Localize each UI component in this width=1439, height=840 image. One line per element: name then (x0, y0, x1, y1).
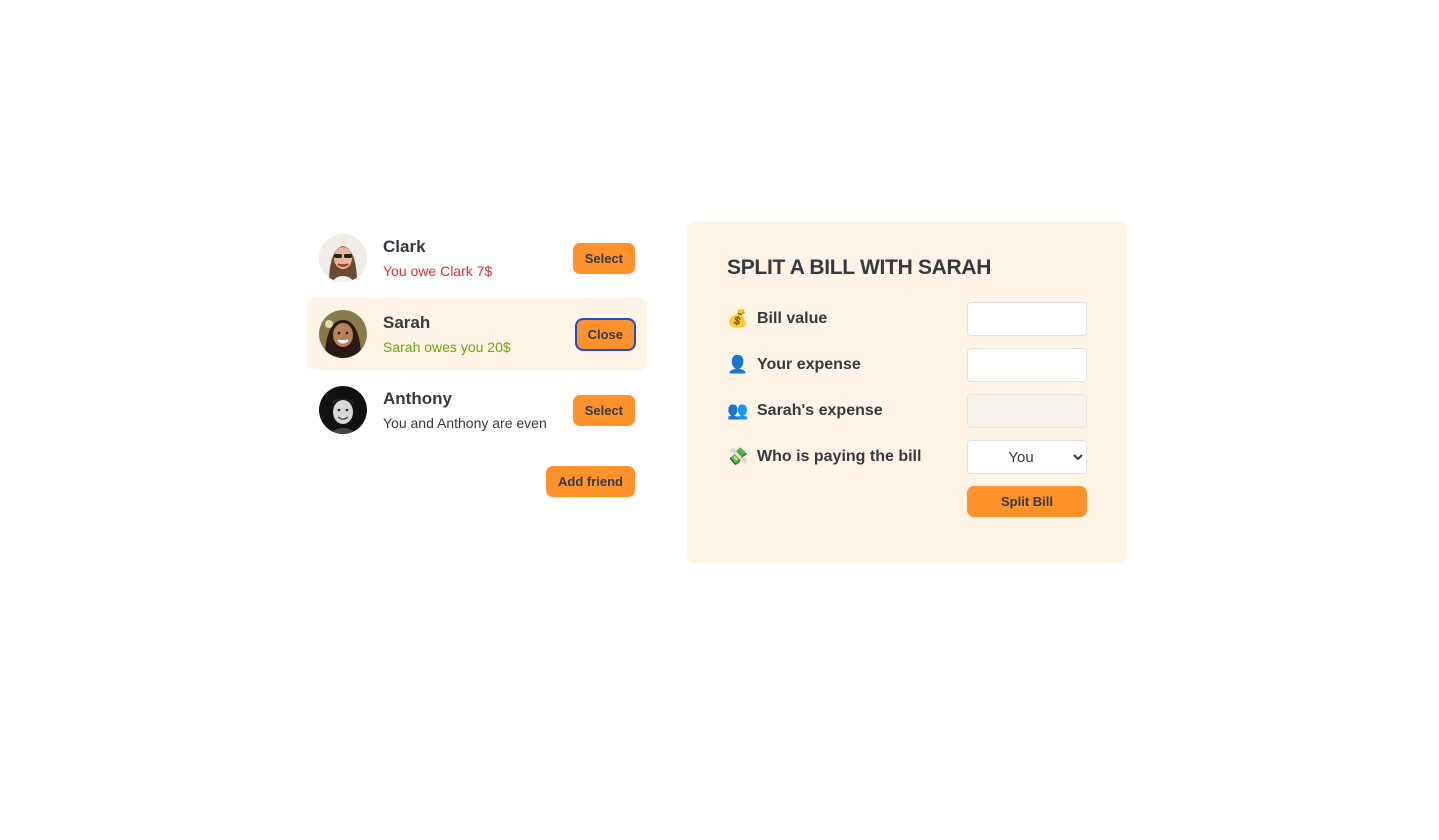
avatar (319, 310, 367, 358)
friend-name: Sarah (383, 313, 431, 332)
payer-select[interactable]: You (967, 440, 1087, 474)
your-expense-label: 👤 Your expense (727, 355, 967, 375)
money-wings-icon: 💸 (727, 447, 749, 467)
friend-expense-row: 👥 Sarah's expense (727, 394, 1087, 428)
friend-expense-text: Sarah's expense (757, 402, 883, 419)
your-expense-input[interactable] (967, 348, 1087, 382)
friends-list: Clark You owe Clark 7$ Select Sarah Sara… (307, 222, 647, 446)
bill-value-row: 💰 Bill value (727, 302, 1087, 336)
select-friend-button[interactable]: Select (572, 394, 635, 426)
your-expense-row: 👤 Your expense (727, 348, 1087, 382)
user-icon: 👤 (727, 355, 749, 375)
add-friend-button[interactable]: Add friend (546, 466, 635, 497)
bill-value-input[interactable] (967, 302, 1087, 336)
friend-name: Clark (383, 237, 426, 256)
split-bill-form: SPLIT A BILL WITH SARAH 💰 Bill value 👤 Y… (687, 222, 1127, 563)
close-friend-button[interactable]: Close (574, 317, 637, 351)
friend-info: Anthony You and Anthony are even (383, 389, 557, 431)
friend-expense-label: 👥 Sarah's expense (727, 401, 967, 421)
friend-name: Anthony (383, 389, 452, 408)
payer-text: Who is paying the bill (757, 448, 922, 465)
payer-label: 💸 Who is paying the bill (727, 447, 967, 467)
friend-item-sarah: Sarah Sarah owes you 20$ Close (307, 298, 647, 370)
select-friend-button[interactable]: Select (572, 242, 635, 274)
avatar (319, 386, 367, 434)
friend-balance: You owe Clark 7$ (383, 263, 493, 279)
your-expense-text: Your expense (757, 356, 861, 373)
friend-info: Sarah Sarah owes you 20$ (383, 313, 560, 355)
avatar (319, 234, 367, 282)
payer-row: 💸 Who is paying the bill You (727, 440, 1087, 474)
friends-sidebar: Clark You owe Clark 7$ Select Sarah Sara… (307, 222, 647, 497)
friend-item-anthony: Anthony You and Anthony are even Select (307, 374, 647, 446)
app: Clark You owe Clark 7$ Select Sarah Sara… (307, 222, 1127, 563)
add-friend-row: Add friend (307, 466, 647, 497)
friend-item-clark: Clark You owe Clark 7$ Select (307, 222, 647, 294)
bill-value-label: 💰 Bill value (727, 309, 967, 329)
split-bill-button[interactable]: Split Bill (967, 486, 1087, 517)
friend-balance: Sarah owes you 20$ (383, 339, 511, 355)
friend-info: Clark You owe Clark 7$ (383, 237, 557, 279)
users-icon: 👥 (727, 401, 749, 421)
split-row: Split Bill (727, 486, 1087, 517)
friend-balance: You and Anthony are even (383, 415, 547, 431)
money-bag-icon: 💰 (727, 309, 749, 329)
bill-value-text: Bill value (757, 310, 828, 327)
friend-expense-input (967, 394, 1087, 428)
form-title: SPLIT A BILL WITH SARAH (727, 256, 992, 279)
